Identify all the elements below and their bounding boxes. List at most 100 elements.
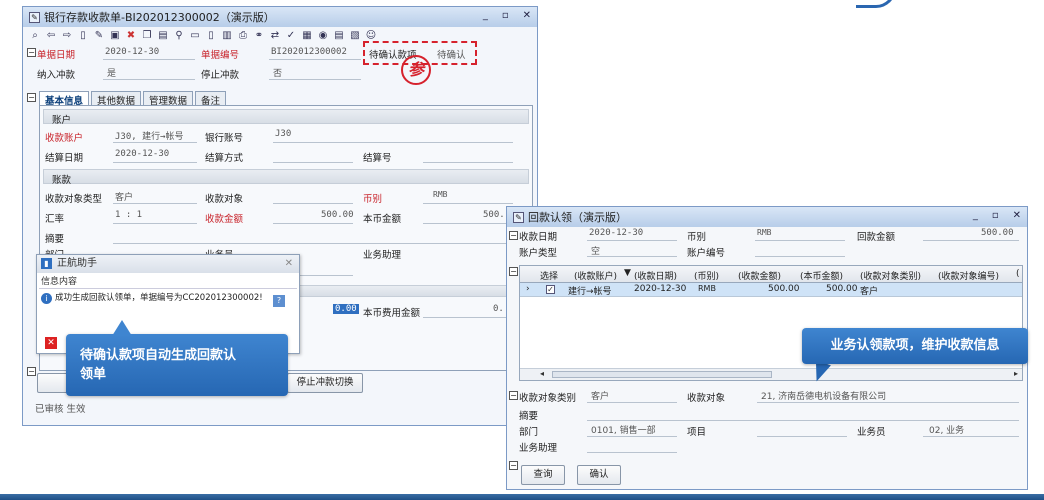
settle-no-label: 结算号 [363,153,392,164]
grid-col-amount[interactable]: (收款金额) [738,269,781,282]
lock-icon[interactable]: ▦ [301,29,313,41]
bank-no-value[interactable]: J30 [275,129,291,139]
chart-icon[interactable]: ▥ [221,29,233,41]
grid-filter-icon[interactable]: ▼ [624,268,631,278]
claim-maximize-button[interactable]: ▫ [992,210,999,221]
popup-title: 正航助手 [57,258,97,269]
claim-amount-value[interactable]: 500.00 [981,228,1014,238]
link-icon[interactable]: ⚭ [253,29,265,41]
transfer-icon[interactable]: ⇄ [269,29,281,41]
fee-value[interactable]: 0.00 [333,304,359,314]
callout-left: 待确认款项自动生成回款认 领单 [66,334,288,396]
claim-window-controls: _ ▫ ✕ [973,210,1021,221]
forward-arrow-icon[interactable]: ⇨ [61,29,73,41]
back-arrow-icon[interactable]: ⇦ [45,29,57,41]
rate-value[interactable]: 1 : 1 [115,210,142,220]
row-checkbox[interactable]: ✓ [546,285,555,294]
currency-value[interactable]: RMB [433,190,447,199]
local-amount-value[interactable]: 500. [483,210,505,220]
search-icon[interactable]: ⌕ [29,29,41,41]
stop-offset-switch-button[interactable]: 停止冲款切换 [287,373,363,393]
help-icon[interactable]: ? [273,295,285,307]
settle-date-label: 结算日期 [45,153,84,164]
maximize-button[interactable]: ▫ [502,10,509,21]
offset-value[interactable]: 是 [107,66,116,79]
claim-salesman-label: 业务员 [857,427,886,438]
local-fee-label: 本币费用金额 [363,308,421,319]
confirm-button[interactable]: 确认 [577,465,621,485]
error-icon[interactable]: ✕ [45,337,57,349]
claim-obj-type-label: 收款对象类别 [519,393,577,404]
info-icon: i [41,293,52,304]
settle-method-label: 结算方式 [205,153,244,164]
claim-currency-value[interactable]: RMB [757,228,771,237]
minimize-button[interactable]: _ [483,10,488,21]
document-icon[interactable]: ▯ [205,29,217,41]
user-icon[interactable]: ☺ [365,29,377,41]
grid-collapse-icon[interactable]: − [509,267,518,276]
save-icon[interactable]: ▣ [109,29,121,41]
new-document-icon[interactable]: ▯ [77,29,89,41]
attach-icon[interactable]: ⚲ [173,29,185,41]
claim-summary-label: 摘要 [519,411,539,422]
popup-close-button[interactable]: ✕ [285,255,293,273]
claim-date-label: 收款日期 [519,232,558,243]
status-bar-text: 已审核 生效 [35,404,86,415]
date-value[interactable]: 2020-12-30 [105,47,159,57]
tabs-collapse-icon[interactable]: − [27,93,36,102]
claim-obj-label: 收款对象 [687,393,726,404]
buttons-collapse-icon[interactable]: − [27,367,36,376]
delete-icon[interactable]: ✖ [125,29,137,41]
scroll-thumb[interactable] [552,371,772,378]
edit-icon[interactable]: ✎ [93,29,105,41]
window-title: 银行存款收款单-BI202012300002（演示版） [44,11,275,24]
grid-col-more[interactable]: ( [1016,269,1020,279]
grid-col-local-amount[interactable]: (本币金额) [800,269,843,282]
settle-date-value[interactable]: 2020-12-30 [115,149,169,159]
stop-offset-value[interactable]: 否 [273,66,282,79]
amount-value[interactable]: 500.00 [321,210,354,220]
grid-col-select[interactable]: 选择 [540,269,558,282]
approve-icon[interactable]: ✓ [285,29,297,41]
print-icon[interactable]: ⎙ [237,29,249,41]
claim-date-value[interactable]: 2020-12-30 [589,228,643,238]
claim-app-icon: ✎ [513,211,524,223]
bank-no-label: 银行账号 [205,133,244,144]
close-button[interactable]: ✕ [523,10,531,21]
row-local-amount: 500.00 [826,284,858,294]
bill-no-value[interactable]: BI202012300002 [271,47,347,57]
export-icon[interactable]: ▭ [189,29,201,41]
claim-minimize-button[interactable]: _ [973,210,978,221]
grid-col-account[interactable]: (收款账户) [574,269,617,282]
claim-project-label: 项目 [687,427,707,438]
grid-col-obj-no[interactable]: (收款对象编号) [938,269,999,282]
claim-salesman-value[interactable]: 02, 业务 [929,423,964,436]
copy-icon[interactable]: ❐ [141,29,153,41]
scroll-right-icon[interactable]: ▸ [1014,369,1018,378]
grid-col-currency[interactable]: (币别) [694,269,719,282]
note-icon[interactable]: ▧ [349,29,361,41]
claim-obj-value[interactable]: 21, 济南岳德电机设备有限公司 [761,389,886,402]
view-icon[interactable]: ◉ [317,29,329,41]
obj-type-value[interactable]: 客户 [115,190,133,203]
claim-header-collapse-icon[interactable]: − [509,231,518,240]
report-icon[interactable]: ▤ [333,29,345,41]
claim-dept-value[interactable]: 0101, 销售一部 [591,423,656,436]
header-collapse-icon[interactable]: − [27,48,36,57]
grid-col-obj-type[interactable]: (收款对象类别) [860,269,921,282]
table-row[interactable]: › ✓ 建行→帐号 2020-12-30 RMB 500.00 500.00 客… [520,283,1022,297]
grid-col-date[interactable]: (收款日期) [634,269,677,282]
local-fee-value[interactable]: 0. [493,304,504,314]
query-button[interactable]: 查询 [521,465,565,485]
form-collapse-icon[interactable]: − [509,391,518,400]
stamp-circle: 参 [401,55,431,85]
claim-close-button[interactable]: ✕ [1013,210,1021,221]
account-type-label: 账户类型 [519,248,558,259]
paste-icon[interactable]: ▤ [157,29,169,41]
account-value[interactable]: J30, 建行→帐号 [115,129,184,142]
scroll-left-icon[interactable]: ◂ [540,369,544,378]
app-icon: ✎ [29,11,40,23]
grid-scrollbar[interactable]: ◂ ▸ [520,368,1022,380]
claim-buttons-collapse-icon[interactable]: − [509,461,518,470]
claim-obj-type-value[interactable]: 客户 [591,389,609,402]
